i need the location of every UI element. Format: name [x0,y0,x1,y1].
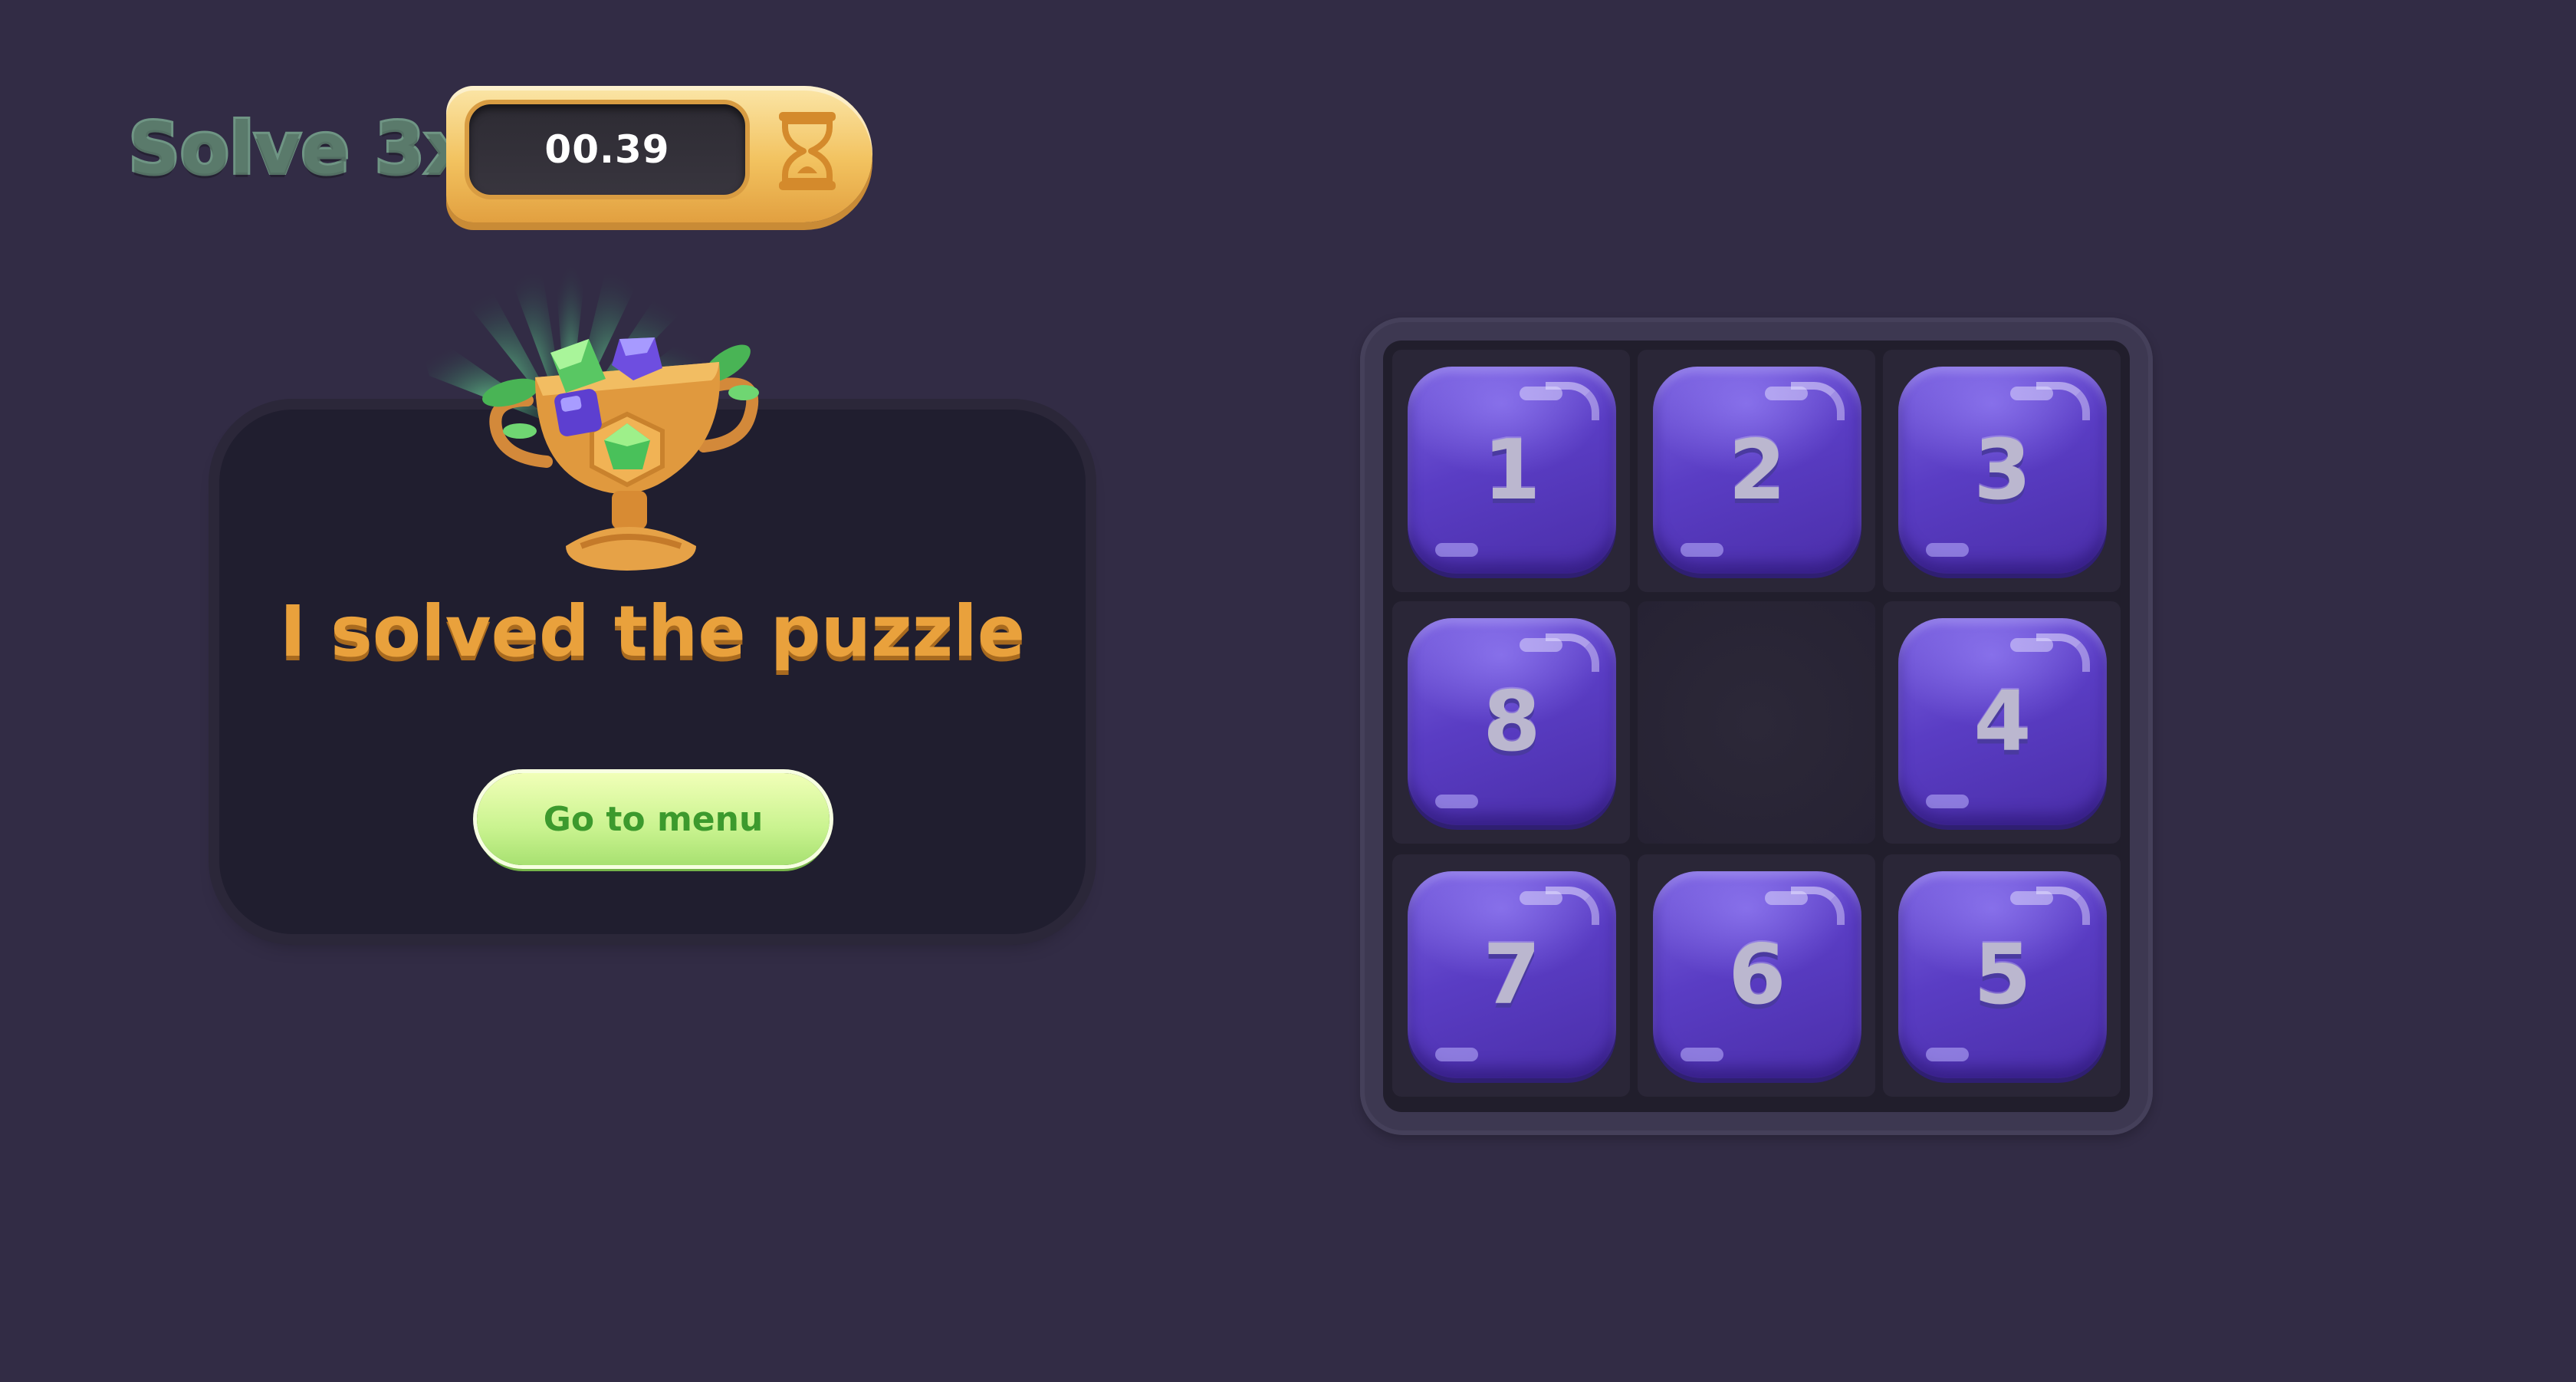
game-screen: Solve 3x3 00.39 I solved the puzzle Go t… [0,0,2576,1382]
tile-number: 2 [1728,422,1786,518]
puzzle-tile[interactable]: 3 [1898,367,2107,574]
puzzle-tile[interactable]: 2 [1653,367,1861,574]
board-cell: 2 [1638,350,1875,592]
result-message: I solved the puzzle [279,591,1026,673]
tile-number: 7 [1483,926,1541,1023]
board-cell: 4 [1883,601,2121,844]
puzzle-board: 1 2 3 8 4 7 6 5 [1360,318,2153,1135]
timer-value: 00.39 [544,127,670,172]
board-cell: 7 [1392,854,1630,1097]
trophy-icon [482,337,759,571]
puzzle-tile[interactable]: 8 [1408,618,1616,825]
board-cell: 5 [1883,854,2121,1097]
puzzle-tile[interactable]: 4 [1898,618,2107,825]
puzzle-tile[interactable]: 1 [1408,367,1616,574]
empty-cell [1638,601,1875,844]
board-cell: 1 [1392,350,1630,592]
puzzle-tile[interactable]: 5 [1898,871,2107,1078]
puzzle-tile[interactable]: 6 [1653,871,1861,1078]
board-cell: 6 [1638,854,1875,1097]
board-cell: 8 [1392,601,1630,844]
tile-number: 4 [1973,673,2032,770]
tile-number: 6 [1728,926,1786,1023]
timer-display: 00.39 [446,86,872,222]
tile-number: 8 [1483,673,1541,770]
hourglass-icon [779,112,836,190]
go-to-menu-button[interactable]: Go to menu [477,773,830,865]
tile-number: 5 [1973,926,2032,1023]
tile-number: 1 [1483,422,1541,518]
puzzle-grid: 1 2 3 8 4 7 6 5 [1383,341,2130,1112]
puzzle-tile[interactable]: 7 [1408,871,1616,1078]
tile-number: 3 [1973,422,2032,518]
board-cell: 3 [1883,350,2121,592]
timer-screen: 00.39 [469,104,745,195]
